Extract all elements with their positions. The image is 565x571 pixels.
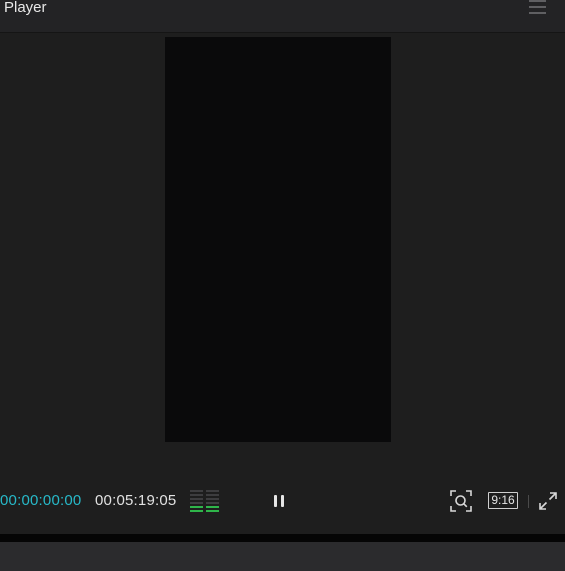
pause-icon [274,495,277,507]
bottom-panel-bar [0,542,565,571]
aspect-ratio-button[interactable]: 9:16 [488,492,518,509]
meter-segment [190,502,203,504]
meter-segment [190,510,203,512]
meter-segment [206,490,219,492]
video-frame[interactable] [165,37,391,442]
panel-title: Player [4,0,47,16]
zoom-fit-button[interactable] [449,489,473,513]
fullscreen-icon [539,492,557,510]
meter-segment [206,510,219,512]
meter-segment [206,506,219,508]
meter-segment [190,506,203,508]
meter-segment [206,502,219,504]
fullscreen-button[interactable] [538,491,558,511]
total-duration: 00:05:19:05 [95,492,177,509]
video-viewer [0,34,565,534]
meter-segment [190,494,203,496]
toolbar-divider [528,495,529,508]
audio-meter-icon [190,490,220,512]
zoom-fit-icon [450,490,472,512]
meter-segment [206,494,219,496]
meter-segment [206,498,219,500]
hamburger-menu-icon[interactable] [529,0,547,14]
panel-header: Player [0,0,565,33]
pause-button[interactable] [272,494,286,508]
current-timecode: 00:00:00:00 [0,492,82,509]
playback-controls: 00:00:00:00 00:05:19:05 9:16 [0,476,565,526]
meter-segment [190,490,203,492]
panel-separator [0,534,565,542]
meter-segment [190,498,203,500]
